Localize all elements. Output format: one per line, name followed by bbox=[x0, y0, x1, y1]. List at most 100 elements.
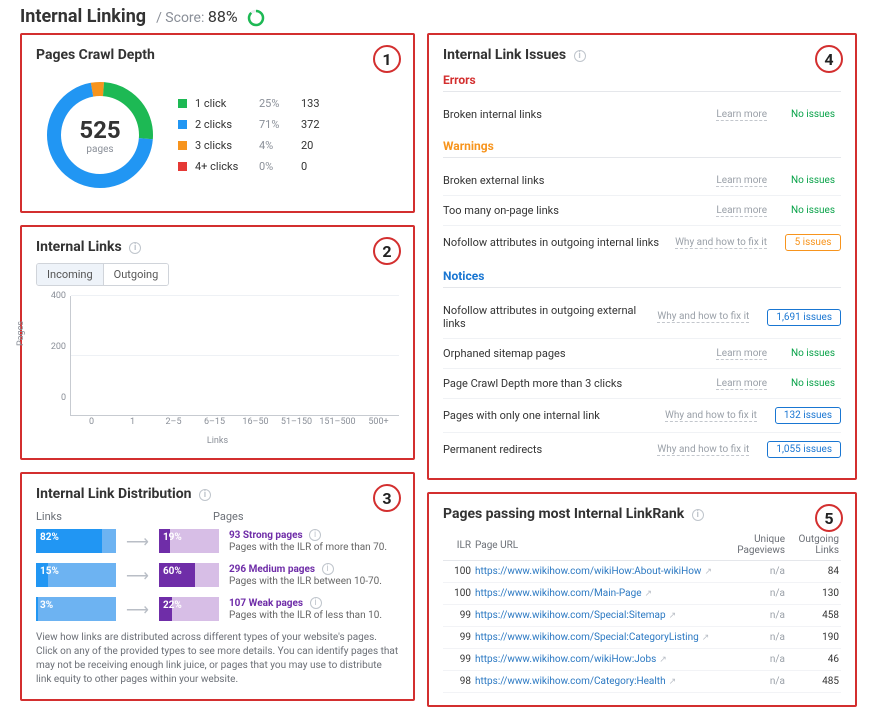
page-url-link[interactable]: https://www.wikihow.com/wikiHow:About-wi… bbox=[475, 566, 701, 577]
info-icon[interactable]: i bbox=[199, 489, 211, 501]
legend-swatch bbox=[178, 99, 187, 108]
distribution-note: View how links are distributed across di… bbox=[36, 631, 399, 687]
legend-row[interactable]: 1 click 25% 133 bbox=[178, 97, 335, 110]
cell-ilr: 98 bbox=[443, 671, 473, 693]
issue-name: Too many on-page links bbox=[443, 204, 716, 217]
external-link-icon[interactable]: ↗ bbox=[702, 633, 710, 643]
page-header: Internal Linking / Score: 88% bbox=[0, 0, 869, 33]
col-uniq[interactable]: Unique Pageviews bbox=[725, 530, 787, 561]
arrow-right-icon: ⟶ bbox=[126, 600, 149, 619]
issue-row: Pages with only one internal link Why an… bbox=[443, 398, 841, 432]
section-warnings: Warnings bbox=[443, 139, 841, 158]
card-number-4: 4 bbox=[815, 45, 843, 73]
issue-count-pill[interactable]: 1,055 issues bbox=[767, 441, 841, 458]
issue-count-pill[interactable]: 132 issues bbox=[775, 407, 841, 424]
page-url-link[interactable]: https://www.wikihow.com/Special:Sitemap bbox=[475, 610, 666, 621]
issue-help-link[interactable]: Why and how to fix it bbox=[657, 311, 749, 323]
col-url[interactable]: Page URL bbox=[473, 530, 725, 561]
external-link-icon[interactable]: ↗ bbox=[659, 655, 667, 665]
issue-count-pill[interactable]: 1,691 issues bbox=[767, 309, 841, 326]
bar-label: 16–50 bbox=[235, 417, 276, 431]
info-icon[interactable]: i bbox=[692, 509, 704, 521]
legend-row[interactable]: 4+ clicks 0% 0 bbox=[178, 160, 335, 173]
issue-count-pill[interactable]: 5 issues bbox=[785, 234, 841, 251]
page-url-link[interactable]: https://www.wikihow.com/Category:Health bbox=[475, 676, 666, 687]
legend-label: 4+ clicks bbox=[195, 160, 251, 173]
distribution-row[interactable]: 3% ⟶ 22% 107 Weak pages i Pages with the… bbox=[36, 597, 399, 621]
issue-row: Permanent redirects Why and how to fix i… bbox=[443, 432, 841, 466]
cell-uniq: n/a bbox=[725, 671, 787, 693]
legend-row[interactable]: 3 clicks 4% 20 bbox=[178, 139, 335, 152]
info-icon[interactable]: i bbox=[309, 529, 321, 541]
table-row: 99 https://www.wikihow.com/Special:Sitem… bbox=[443, 605, 841, 627]
section-errors: Errors bbox=[443, 73, 841, 92]
cell-ilr: 100 bbox=[443, 583, 473, 605]
card-number-2: 2 bbox=[373, 237, 401, 265]
col-out[interactable]: Outgoing Links bbox=[787, 530, 841, 561]
tab-outgoing[interactable]: Outgoing bbox=[103, 264, 169, 285]
card-number-1: 1 bbox=[373, 45, 401, 73]
info-icon[interactable]: i bbox=[574, 50, 586, 62]
distribution-row[interactable]: 82% ⟶ 19% 93 Strong pages i Pages with t… bbox=[36, 529, 399, 553]
issue-row: Broken external links Learn more No issu… bbox=[443, 166, 841, 195]
legend-pct: 25% bbox=[259, 97, 293, 110]
issue-row: Broken internal links Learn more No issu… bbox=[443, 100, 841, 129]
issue-help-link[interactable]: Learn more bbox=[716, 175, 767, 187]
cell-ilr: 99 bbox=[443, 627, 473, 649]
card-link-distribution: 3 Internal Link Distribution i Links Pag… bbox=[20, 472, 415, 701]
bar-label: 500+ bbox=[358, 417, 399, 431]
crawl-depth-legend: 1 click 25% 133 2 clicks 71% 372 3 click… bbox=[178, 97, 335, 173]
card-internal-links: 2 Internal Links i Incoming Outgoing Pag… bbox=[20, 225, 415, 460]
issue-help-link[interactable]: Learn more bbox=[716, 205, 767, 217]
dist-head-links: Links bbox=[36, 510, 116, 523]
bar-label: 51–150 bbox=[276, 417, 317, 431]
legend-swatch bbox=[178, 120, 187, 129]
no-issues-label: No issues bbox=[785, 348, 841, 359]
issue-help-link[interactable]: Why and how to fix it bbox=[657, 444, 749, 456]
cell-uniq: n/a bbox=[725, 649, 787, 671]
no-issues-label: No issues bbox=[785, 109, 841, 120]
info-icon[interactable]: i bbox=[129, 242, 141, 254]
cell-out: 46 bbox=[787, 649, 841, 671]
legend-pct: 4% bbox=[259, 139, 293, 152]
cell-url: https://www.wikihow.com/Category:Health↗ bbox=[473, 671, 725, 693]
external-link-icon[interactable]: ↗ bbox=[669, 611, 677, 621]
links-bar: 15% bbox=[36, 563, 116, 587]
tab-incoming[interactable]: Incoming bbox=[37, 264, 103, 285]
issue-help-link[interactable]: Why and how to fix it bbox=[675, 237, 767, 249]
issue-name: Broken external links bbox=[443, 174, 716, 187]
card-title: Pages passing most Internal LinkRank i bbox=[443, 506, 841, 522]
legend-row[interactable]: 2 clicks 71% 372 bbox=[178, 118, 335, 131]
cell-out: 190 bbox=[787, 627, 841, 649]
pages-bar: 60% bbox=[159, 563, 219, 587]
external-link-icon[interactable]: ↗ bbox=[704, 567, 712, 577]
issue-name: Nofollow attributes in outgoing internal… bbox=[443, 236, 675, 249]
crawl-depth-donut: 525 pages bbox=[40, 75, 160, 195]
col-ilr[interactable]: ILR bbox=[443, 530, 473, 561]
external-link-icon[interactable]: ↗ bbox=[645, 589, 653, 599]
info-icon[interactable]: i bbox=[322, 563, 334, 575]
cell-ilr: 100 bbox=[443, 561, 473, 583]
legend-label: 3 clicks bbox=[195, 139, 251, 152]
cell-out: 485 bbox=[787, 671, 841, 693]
issue-help-link[interactable]: Learn more bbox=[716, 378, 767, 390]
table-row: 99 https://www.wikihow.com/wikiHow:Jobs↗… bbox=[443, 649, 841, 671]
issue-help-link[interactable]: Learn more bbox=[716, 348, 767, 360]
cell-url: https://www.wikihow.com/Special:Category… bbox=[473, 627, 725, 649]
page-url-link[interactable]: https://www.wikihow.com/wikiHow:Jobs bbox=[475, 654, 656, 665]
distribution-row[interactable]: 15% ⟶ 60% 296 Medium pages i Pages with … bbox=[36, 563, 399, 587]
bar-label: 1 bbox=[112, 417, 153, 431]
page-url-link[interactable]: https://www.wikihow.com/Special:Category… bbox=[475, 632, 699, 643]
issue-help-link[interactable]: Why and how to fix it bbox=[665, 410, 757, 422]
info-icon[interactable]: i bbox=[310, 597, 322, 609]
issue-name: Pages with only one internal link bbox=[443, 409, 665, 422]
page-url-link[interactable]: https://www.wikihow.com/Main-Page bbox=[475, 588, 642, 599]
external-link-icon[interactable]: ↗ bbox=[669, 677, 677, 687]
donut-total: 525 bbox=[79, 116, 120, 144]
legend-swatch bbox=[178, 141, 187, 150]
links-bar: 82% bbox=[36, 529, 116, 553]
issue-help-link[interactable]: Learn more bbox=[716, 109, 767, 121]
card-number-5: 5 bbox=[815, 504, 843, 532]
card-number-3: 3 bbox=[373, 484, 401, 512]
cell-url: https://www.wikihow.com/wikiHow:About-wi… bbox=[473, 561, 725, 583]
